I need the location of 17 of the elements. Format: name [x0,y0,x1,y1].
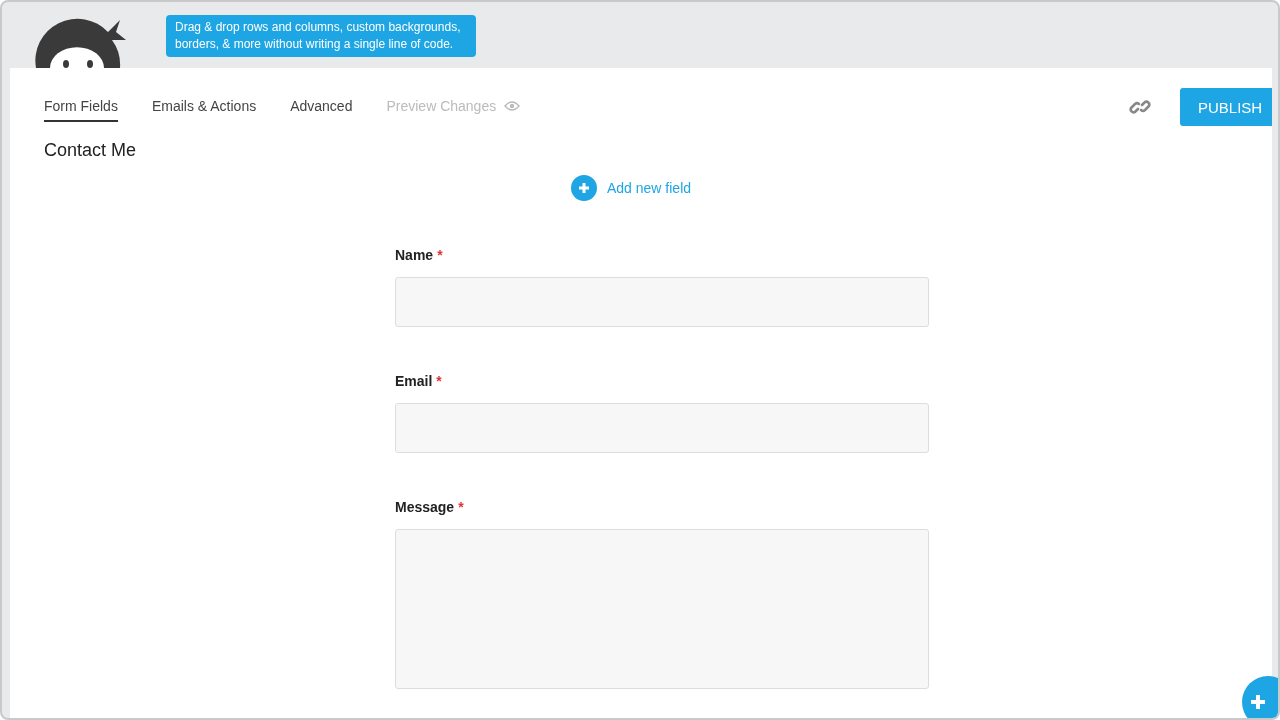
plus-circle-icon [570,175,597,201]
tab[interactable]: Advanced [290,92,353,122]
tab[interactable]: Emails & Actions [151,92,257,122]
plus-icon [1248,692,1268,712]
message-textarea[interactable] [395,529,929,689]
field-label: Email [395,373,433,389]
input-field[interactable] [395,277,929,327]
required-mark: * [436,373,442,389]
field-label: Message [395,499,455,515]
tooltip: Drag & drop rows and columns, custom backgrounds, borders, & more without writing a single line of code. [166,15,476,57]
input-field[interactable] [395,403,929,453]
tab[interactable]: Form Fields [44,92,118,122]
required-mark: * [437,247,443,263]
required-mark: * [458,499,464,515]
field-label: Name [395,247,434,263]
eye-icon [504,101,521,111]
form-title: Contact Me [44,140,137,161]
